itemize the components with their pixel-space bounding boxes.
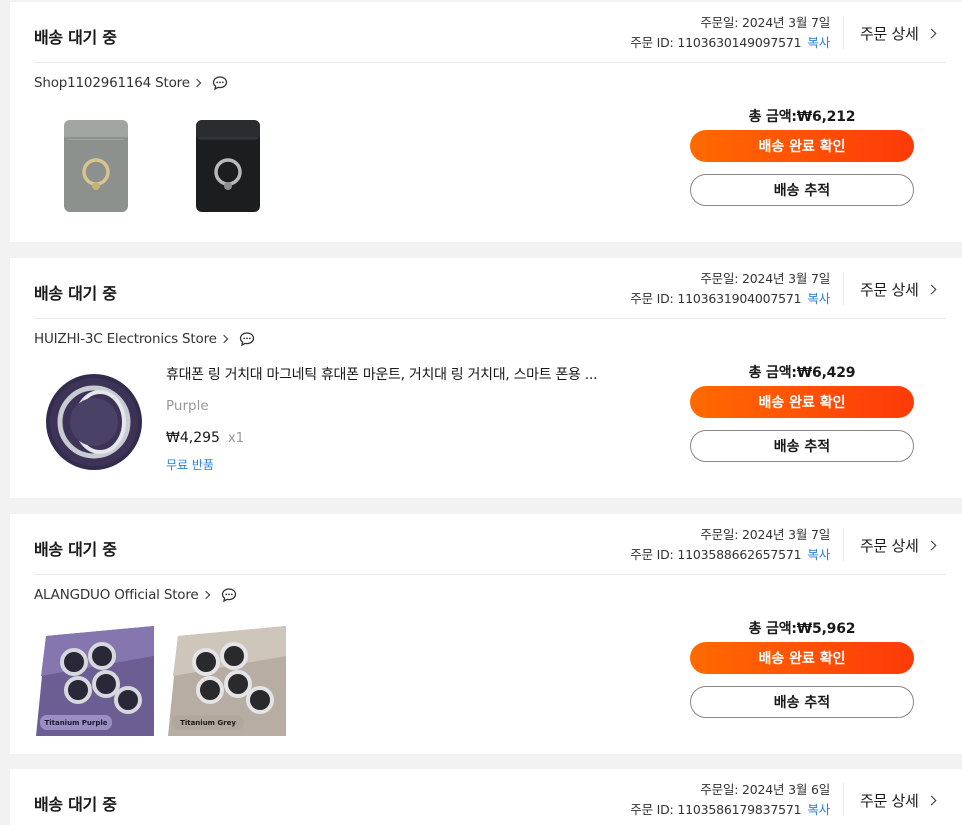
order-id: 주문 ID: 1103586179837571 bbox=[630, 802, 802, 817]
chevron-right-icon bbox=[192, 78, 202, 88]
order-card: 배송 대기 중 주문일: 2024년 3월 6일 주문 ID: 11035861… bbox=[10, 769, 962, 825]
order-detail-label: 주문 상세 bbox=[860, 537, 919, 555]
order-detail-label: 주문 상세 bbox=[860, 25, 919, 43]
order-card: 배송 대기 중 주문일: 2024년 3월 7일 주문 ID: 11036301… bbox=[10, 2, 962, 242]
product-variant: Purple bbox=[166, 398, 209, 414]
order-meta: 주문일: 2024년 3월 6일 주문 ID: 1103586179837571… bbox=[630, 780, 830, 820]
product-price: ₩4,295 bbox=[166, 430, 220, 446]
chevron-right-icon bbox=[927, 284, 937, 295]
order-status: 배송 대기 중 bbox=[34, 284, 117, 303]
product-thumbnail-black-wallet[interactable] bbox=[190, 112, 270, 220]
chevron-right-icon bbox=[927, 795, 937, 806]
order-status: 배송 대기 중 bbox=[34, 795, 117, 814]
divider bbox=[34, 318, 946, 319]
order-status: 배송 대기 중 bbox=[34, 28, 117, 47]
order-meta: 주문일: 2024년 3월 7일 주문 ID: 1103631904007571… bbox=[630, 269, 830, 309]
divider bbox=[843, 783, 844, 816]
order-detail-label: 주문 상세 bbox=[860, 281, 919, 299]
chat-bubble-icon[interactable] bbox=[221, 587, 237, 603]
chat-bubble-icon[interactable] bbox=[239, 331, 255, 347]
copy-id-link[interactable]: 복사 bbox=[807, 291, 830, 306]
product-quantity: x1 bbox=[228, 431, 244, 446]
order-date: 주문일: 2024년 3월 7일 bbox=[700, 15, 830, 30]
confirm-delivery-button[interactable]: 배송 완료 확인 bbox=[690, 130, 914, 162]
chat-bubble-icon[interactable] bbox=[212, 75, 228, 91]
free-return-badge: 무료 반품 bbox=[166, 458, 214, 472]
variant-label-purple: Titanium Purple bbox=[44, 719, 108, 727]
order-detail-link[interactable]: 주문 상세 bbox=[860, 279, 937, 300]
order-detail-label: 주문 상세 bbox=[860, 792, 919, 810]
chevron-right-icon bbox=[219, 334, 228, 344]
order-date: 주문일: 2024년 3월 6일 bbox=[700, 782, 830, 797]
order-date: 주문일: 2024년 3월 7일 bbox=[700, 527, 830, 542]
confirm-delivery-button[interactable]: 배송 완료 확인 bbox=[690, 642, 914, 674]
divider bbox=[843, 528, 844, 561]
order-card: 배송 대기 중 주문일: 2024년 3월 7일 주문 ID: 11036319… bbox=[10, 258, 962, 498]
order-meta: 주문일: 2024년 3월 7일 주문 ID: 1103588662657571… bbox=[630, 525, 830, 565]
divider bbox=[34, 62, 946, 63]
track-shipment-button[interactable]: 배송 추적 bbox=[690, 174, 914, 206]
store-link[interactable]: ALANGDUO Official Store bbox=[34, 587, 237, 603]
order-id: 주문 ID: 1103630149097571 bbox=[630, 35, 802, 50]
confirm-delivery-button[interactable]: 배송 완료 확인 bbox=[690, 386, 914, 418]
order-total: 총 금액:₩6,212 bbox=[748, 109, 856, 125]
divider bbox=[843, 16, 844, 49]
chevron-right-icon bbox=[201, 590, 210, 600]
store-link[interactable]: HUIZHI-3C Electronics Store bbox=[34, 331, 255, 347]
order-id: 주문 ID: 1103631904007571 bbox=[630, 291, 802, 306]
store-name: Shop1102961164 Store bbox=[34, 75, 190, 91]
track-shipment-button[interactable]: 배송 추적 bbox=[690, 430, 914, 462]
store-name: ALANGDUO Official Store bbox=[34, 587, 199, 603]
store-name: HUIZHI-3C Electronics Store bbox=[34, 331, 217, 347]
order-meta: 주문일: 2024년 3월 7일 주문 ID: 1103630149097571… bbox=[630, 13, 830, 53]
product-thumbnail-grey-wallet[interactable] bbox=[58, 112, 138, 220]
order-card: 배송 대기 중 주문일: 2024년 3월 7일 주문 ID: 11035886… bbox=[10, 514, 962, 754]
divider bbox=[843, 272, 844, 305]
order-detail-link[interactable]: 주문 상세 bbox=[860, 790, 937, 811]
order-id: 주문 ID: 1103588662657571 bbox=[630, 547, 802, 562]
order-detail-link[interactable]: 주문 상세 bbox=[860, 535, 937, 556]
order-detail-link[interactable]: 주문 상세 bbox=[860, 23, 937, 44]
variant-label-grey: Titanium Grey bbox=[180, 719, 236, 727]
chevron-right-icon bbox=[927, 540, 937, 551]
copy-id-link[interactable]: 복사 bbox=[807, 35, 830, 50]
product-thumbnail-purple-ring[interactable] bbox=[40, 366, 150, 476]
product-title[interactable]: 휴대폰 링 거치대 마그네틱 휴대폰 마운트, 거치대 링 거치대, 스마트 폰… bbox=[166, 364, 598, 384]
order-date: 주문일: 2024년 3월 7일 bbox=[700, 271, 830, 286]
copy-id-link[interactable]: 복사 bbox=[807, 547, 830, 562]
track-shipment-button[interactable]: 배송 추적 bbox=[690, 686, 914, 718]
chevron-right-icon bbox=[927, 28, 937, 39]
order-total: 총 금액:₩6,429 bbox=[748, 365, 856, 381]
store-link[interactable]: Shop1102961164 Store bbox=[34, 75, 228, 91]
copy-id-link[interactable]: 복사 bbox=[807, 802, 830, 817]
order-status: 배송 대기 중 bbox=[34, 540, 117, 559]
divider bbox=[34, 574, 946, 575]
order-total: 총 금액:₩5,962 bbox=[748, 621, 856, 637]
